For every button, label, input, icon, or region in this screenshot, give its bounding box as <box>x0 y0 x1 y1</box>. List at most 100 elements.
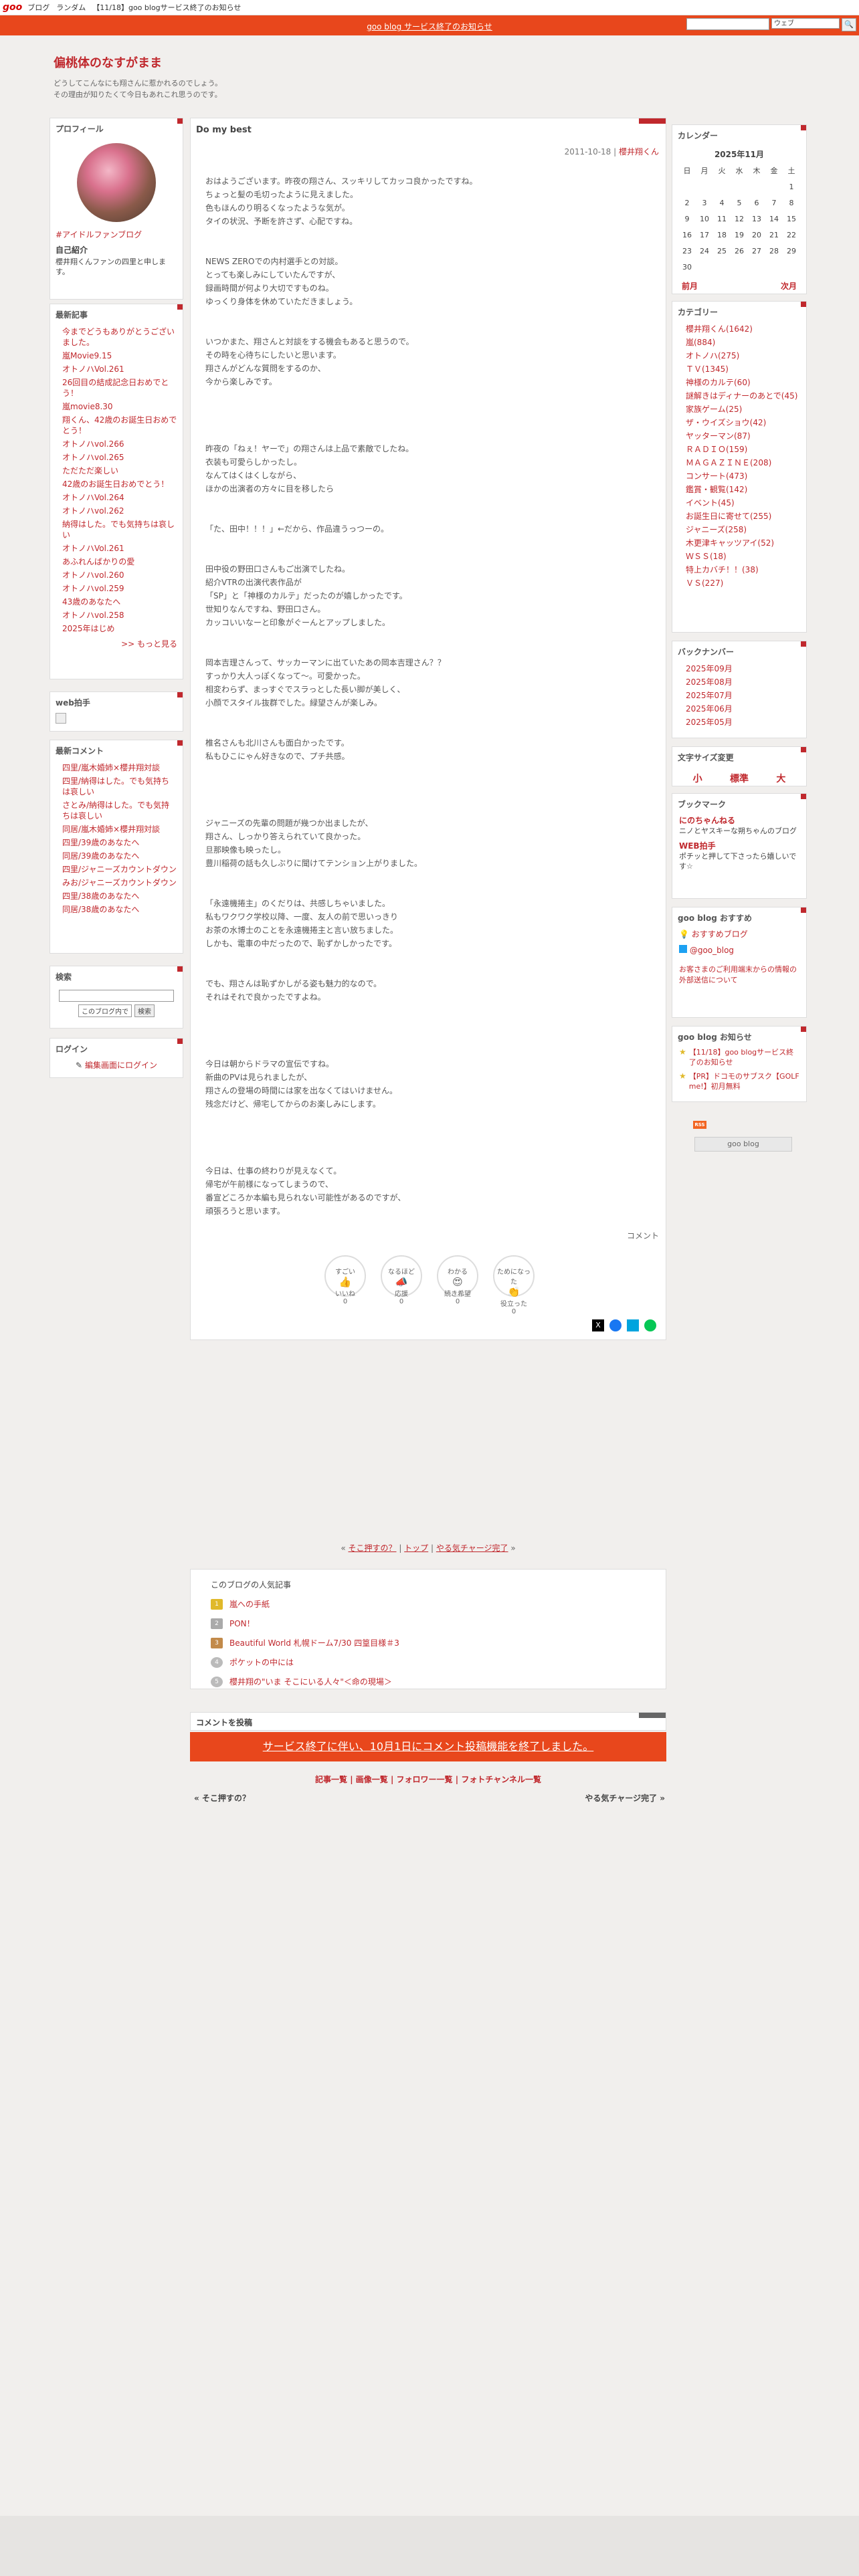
external-transmission-link[interactable]: お客さまのご利用端末からの情報の外部送信について <box>679 964 799 986</box>
recent-item[interactable]: 42歳のお誕生日おめでとう！ <box>50 477 183 491</box>
comment-item[interactable]: 四里/ジャニーズカウントダウン <box>50 863 183 876</box>
comment-item[interactable]: 四里/嵐木婚姉×櫻井翔対談 <box>50 761 183 774</box>
entry-list-link[interactable]: 記事一覧 <box>315 1775 347 1784</box>
recommend-blog-link[interactable]: おすすめブログ <box>692 930 748 939</box>
category-item[interactable]: 特上カバチ！！(38) <box>672 563 806 576</box>
category-item[interactable]: ザ・ウイズショウ(42) <box>672 416 806 429</box>
profile-name[interactable]: #アイドルファンブログ <box>50 226 183 243</box>
recent-item[interactable]: オトノハvol.266 <box>50 437 183 451</box>
recent-item[interactable]: 納得はした。でも気持ちは哀しい <box>50 518 183 542</box>
fontsize-medium-button[interactable]: 標準 <box>730 772 749 785</box>
image-list-link[interactable]: 画像一覧 <box>356 1775 388 1784</box>
comment-item[interactable]: 四里/38歳のあなたへ <box>50 889 183 903</box>
comment-item[interactable]: 四里/納得はした。でも気持ちは哀しい <box>50 774 183 798</box>
admin-login-link[interactable]: 編集画面にログイン <box>85 1061 157 1070</box>
category-item[interactable]: ジャニーズ(258) <box>672 523 806 536</box>
blog-search-input[interactable] <box>59 990 174 1002</box>
follower-list-link[interactable]: フォロワー一覧 <box>397 1775 453 1784</box>
reaction-cheer-button[interactable]: なるほど 📣 応援 0 <box>381 1255 422 1305</box>
category-item[interactable]: ＭＡＧＡＺＩＮＥ(208) <box>672 456 806 469</box>
hatena-share-icon[interactable] <box>627 1319 639 1331</box>
category-item[interactable]: お誕生日に寄せて(255) <box>672 510 806 523</box>
category-item[interactable]: ＲＡＤＩＯ(159) <box>672 443 806 456</box>
category-item[interactable]: 木更津キャッツアイ(52) <box>672 536 806 550</box>
line-share-icon[interactable] <box>644 1319 656 1331</box>
recent-item[interactable]: オトノハvol.262 <box>50 504 183 518</box>
blog-title[interactable]: 偏桃体のなすがまま <box>54 53 222 71</box>
goo-logo[interactable]: goo <box>3 2 22 13</box>
category-item[interactable]: ＷＳＳ(18) <box>672 550 806 563</box>
comment-item[interactable]: さとみ/納得はした。でも気持ちは哀しい <box>50 798 183 823</box>
recent-item[interactable]: 嵐Movie9.15 <box>50 349 183 362</box>
search-scope-select[interactable]: このブログ内で <box>78 1004 132 1017</box>
comment-item[interactable]: 四里/39歳のあなたへ <box>50 836 183 849</box>
category-item[interactable]: 嵐(884) <box>672 336 806 349</box>
bottom-next-link[interactable]: やる気チャージ完了 » <box>585 1792 665 1804</box>
comment-closed-banner[interactable]: サービス終了に伴い、10月1日にコメント投稿機能を終了しました。 <box>190 1732 666 1761</box>
search-icon[interactable]: 🔍 <box>842 18 856 31</box>
recent-more-link[interactable]: >> もっと見る <box>50 635 183 653</box>
nav-random[interactable]: ランダム <box>56 2 86 13</box>
backnumber-item[interactable]: 2025年06月 <box>672 702 806 716</box>
recent-item[interactable]: オトノハVol.264 <box>50 491 183 504</box>
entry-category-link[interactable]: 櫻井翔くん <box>619 147 659 156</box>
backnumber-item[interactable]: 2025年08月 <box>672 675 806 689</box>
reaction-more-button[interactable]: わかる 😍 続き希望 0 <box>437 1255 478 1305</box>
popular-link[interactable]: 櫻井翔の"いま そこにいる人々"＜命の現場＞ <box>229 1676 392 1687</box>
pager-top-link[interactable]: トップ <box>404 1543 428 1553</box>
news-item[interactable]: 【PR】ドコモのサブスク【GOLF me!】初月無料 <box>689 1071 799 1091</box>
bookmark-name[interactable]: WEB拍手 <box>679 840 799 851</box>
news-item[interactable]: 【11/18】goo blogサービス終了のお知らせ <box>689 1047 799 1067</box>
category-item[interactable]: ＶＳ(227) <box>672 576 806 590</box>
category-item[interactable]: コンサート(473) <box>672 469 806 483</box>
recent-item[interactable]: オトノハVol.261 <box>50 362 183 376</box>
recent-item[interactable]: オトノハvol.260 <box>50 568 183 582</box>
category-item[interactable]: 謎解きはディナーのあとで(45) <box>672 389 806 403</box>
backnumber-item[interactable]: 2025年05月 <box>672 716 806 729</box>
recent-item[interactable]: オトノハvol.258 <box>50 609 183 622</box>
nav-notice[interactable]: 【11/18】goo blogサービス終了のお知らせ <box>92 2 241 13</box>
recent-item[interactable]: あふれんばかりの愛 <box>50 555 183 568</box>
comment-item[interactable]: 同居/39歳のあなたへ <box>50 849 183 863</box>
recent-item[interactable]: ただただ楽しい <box>50 464 183 477</box>
goo-blog-badge[interactable]: goo blog <box>694 1137 792 1152</box>
backnumber-item[interactable]: 2025年09月 <box>672 662 806 675</box>
comment-count-link[interactable]: コメント <box>627 1230 659 1241</box>
popular-link[interactable]: Beautiful World 札幌ドーム7/30 四篁目様＃3 <box>229 1637 399 1648</box>
comment-item[interactable]: 同居/嵐木婚姉×櫻井翔対談 <box>50 823 183 836</box>
category-item[interactable]: 神様のカルテ(60) <box>672 376 806 389</box>
top-search-select[interactable]: ウェブ <box>771 18 840 29</box>
photo-channel-link[interactable]: フォトチャンネル一覧 <box>461 1775 541 1784</box>
category-item[interactable]: 家族ゲーム(25) <box>672 403 806 416</box>
webclap-image-icon[interactable] <box>56 713 66 724</box>
recent-item[interactable]: 翔くん、42歳のお誕生日おめでとう！ <box>50 413 183 437</box>
recent-item[interactable]: 嵐movie8.30 <box>50 400 183 413</box>
category-item[interactable]: イベント(45) <box>672 496 806 510</box>
category-item[interactable]: オトノハ(275) <box>672 349 806 362</box>
search-button[interactable]: 検索 <box>134 1004 155 1017</box>
reaction-helpful-button[interactable]: ためになった 👏 役立った 0 <box>493 1255 535 1315</box>
fontsize-small-button[interactable]: 小 <box>693 772 702 785</box>
recent-item[interactable]: 43歳のあなたへ <box>50 595 183 609</box>
pager-next-link[interactable]: やる気チャージ完了 <box>436 1543 508 1553</box>
popular-link[interactable]: PON！ <box>229 1618 255 1629</box>
reaction-like-button[interactable]: すごい 👍 いいね 0 <box>324 1255 366 1305</box>
category-item[interactable]: 櫻井翔くん(1642) <box>672 322 806 336</box>
recent-item[interactable]: オトノハvol.259 <box>50 582 183 595</box>
category-item[interactable]: ヤッターマン(87) <box>672 429 806 443</box>
facebook-share-icon[interactable] <box>609 1319 622 1331</box>
recent-item[interactable]: オトノハVol.261 <box>50 542 183 555</box>
popular-link[interactable]: ポケットの中には <box>229 1656 294 1668</box>
pager-prev-link[interactable]: そこ押すの？ <box>348 1543 396 1553</box>
bookmark-name[interactable]: にのちゃんねる <box>679 815 799 826</box>
recent-item[interactable]: 今までどうもありがとうございました。 <box>50 325 183 349</box>
comment-item[interactable]: 同居/38歳のあなたへ <box>50 903 183 916</box>
rss-icon[interactable]: RSS <box>693 1121 706 1129</box>
recent-item[interactable]: オトノハvol.265 <box>50 451 183 464</box>
comment-item[interactable]: みお/ジャニーズカウントダウン <box>50 876 183 889</box>
recent-item[interactable]: 26回目の結成記念日おめでとう！ <box>50 376 183 400</box>
calendar-prev-link[interactable]: 前月 <box>682 280 698 292</box>
entry-title[interactable]: Do my best <box>191 118 666 142</box>
bottom-prev-link[interactable]: « そこ押すの？ <box>194 1792 250 1804</box>
popular-link[interactable]: 嵐への手紙 <box>229 1598 270 1610</box>
